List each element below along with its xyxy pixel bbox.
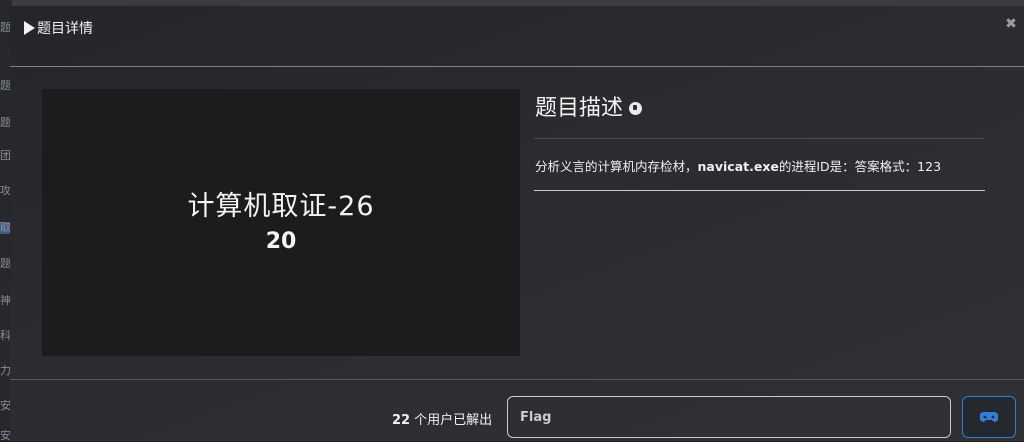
gamepad-icon — [980, 412, 998, 422]
pawn-icon — [629, 101, 643, 115]
solved-count: 22 个用户已解出 — [392, 409, 492, 428]
description-heading-text: 题目描述 — [535, 96, 624, 121]
challenge-card: 计算机取证-26 20 — [42, 89, 520, 356]
modal-title: 题目详情 — [24, 18, 93, 38]
submit-flag-button[interactable] — [962, 396, 1016, 438]
modal-footer: 22 个用户已解出 — [10, 379, 1024, 442]
play-icon — [24, 21, 35, 35]
challenge-name-suffix: 20 — [265, 228, 297, 254]
description-heading: 题目描述 — [535, 90, 643, 122]
description-text-bold: navicat.exe — [697, 159, 779, 174]
solved-count-number: 22 — [392, 413, 411, 428]
description-divider-top — [534, 138, 985, 139]
description-text-suffix: 的进程ID是：答案格式：123 — [778, 159, 942, 174]
description-text-prefix: 分析义言的计算机内存检材， — [535, 159, 698, 174]
solved-count-label: 个用户已解出 — [414, 413, 493, 428]
description-divider-bottom — [534, 190, 985, 191]
challenge-name: 计算机取证-26 — [187, 190, 375, 222]
challenge-detail-modal: 题目详情 ✖ 计算机取证-26 20 题目描述 分析义言的计算机内存检材，nav… — [10, 6, 1024, 441]
modal-header: 题目详情 ✖ — [10, 6, 1024, 67]
flag-input[interactable] — [507, 396, 951, 438]
description-text: 分析义言的计算机内存检材，navicat.exe的进程ID是：答案格式：123 — [535, 156, 995, 175]
modal-title-text: 题目详情 — [37, 21, 93, 37]
close-icon[interactable]: ✖ — [1004, 17, 1018, 31]
